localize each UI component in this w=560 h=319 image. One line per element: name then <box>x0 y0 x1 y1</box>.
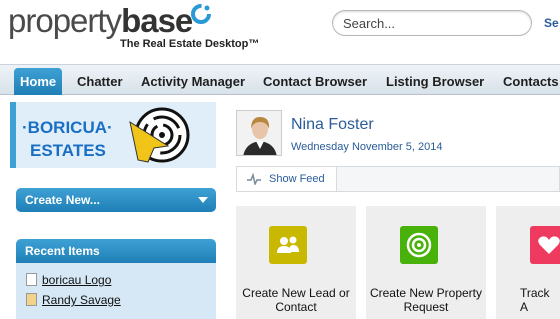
search-box[interactable] <box>332 10 532 36</box>
tab-listing-browser[interactable]: Listing Browser <box>380 68 490 95</box>
sidebar: ·BORICUA· ESTATES Create New... Recent I… <box>0 96 226 319</box>
tile-label: Create New Property Request <box>366 286 486 314</box>
svg-text:ESTATES: ESTATES <box>30 141 106 160</box>
tile-label-line2: Contact <box>275 300 317 314</box>
current-date: Wednesday November 5, 2014 <box>291 141 443 153</box>
recent-items-header: Recent Items <box>16 239 216 263</box>
tab-chatter[interactable]: Chatter <box>71 68 129 95</box>
create-new-dropdown[interactable]: Create New... <box>16 188 216 212</box>
tile-create-property-request[interactable]: Create New Property Request <box>366 206 486 319</box>
show-feed-button[interactable]: Show Feed <box>237 167 337 191</box>
tab-home[interactable]: Home <box>14 68 63 95</box>
logo-text-light: property <box>8 2 122 39</box>
heart-icon <box>530 226 560 264</box>
company-logo-panel: ·BORICUA· ESTATES <box>10 102 216 168</box>
tagline: The Real Estate Desktop™ <box>120 38 260 50</box>
chevron-down-icon <box>198 197 208 203</box>
tile-track-activity[interactable]: Track A <box>496 206 560 319</box>
person-photo-icon <box>237 111 281 155</box>
recent-item-label[interactable]: boricau Logo <box>42 273 111 287</box>
avatar[interactable] <box>236 110 282 156</box>
tab-activity-manager[interactable]: Activity Manager <box>135 68 251 95</box>
tile-label-line1: Track A <box>520 286 550 314</box>
document-icon <box>26 273 37 286</box>
tab-bar: Home Chatter Activity Manager Contact Br… <box>0 64 560 95</box>
tab-contacts[interactable]: Contacts <box>497 68 560 95</box>
logo-swirl-icon <box>191 4 211 24</box>
logo-text-bold: base <box>121 2 193 39</box>
recent-items-panel: Recent Items boricau Logo Randy Savage <box>16 239 216 319</box>
search-button[interactable]: Se <box>544 16 559 30</box>
target-icon <box>400 226 438 264</box>
tab-contact-browser[interactable]: Contact Browser <box>257 68 373 95</box>
tile-label-line1: Create New Property <box>369 286 483 300</box>
tile-label-line2: Request <box>403 300 449 314</box>
tile-label-line1: Create New Lead or <box>242 286 350 300</box>
recent-item[interactable]: Randy Savage <box>26 293 121 309</box>
boricua-estates-logo: ·BORICUA· ESTATES <box>22 107 190 163</box>
search-input[interactable] <box>333 11 513 35</box>
tile-label: Track A <box>496 286 560 314</box>
recent-item-label[interactable]: Randy Savage <box>42 293 121 307</box>
svg-text:·BORICUA·: ·BORICUA· <box>22 118 113 137</box>
people-icon <box>269 226 307 264</box>
activity-pulse-icon <box>247 173 261 185</box>
create-new-label: Create New... <box>25 193 100 207</box>
recent-item[interactable]: boricau Logo <box>26 273 111 289</box>
propertybase-logo[interactable]: propertybase <box>8 2 193 40</box>
tile-label: Create New Lead or Contact <box>236 286 356 314</box>
user-profile: Nina Foster Wednesday November 5, 2014 <box>236 110 560 160</box>
contact-icon <box>26 293 37 306</box>
app-header: propertybase The Real Estate Desktop™ Se <box>0 0 560 64</box>
user-name[interactable]: Nina Foster <box>291 116 374 134</box>
show-feed-label: Show Feed <box>269 173 325 185</box>
feed-bar: Show Feed <box>236 166 560 192</box>
tile-create-lead[interactable]: Create New Lead or Contact <box>236 206 356 319</box>
